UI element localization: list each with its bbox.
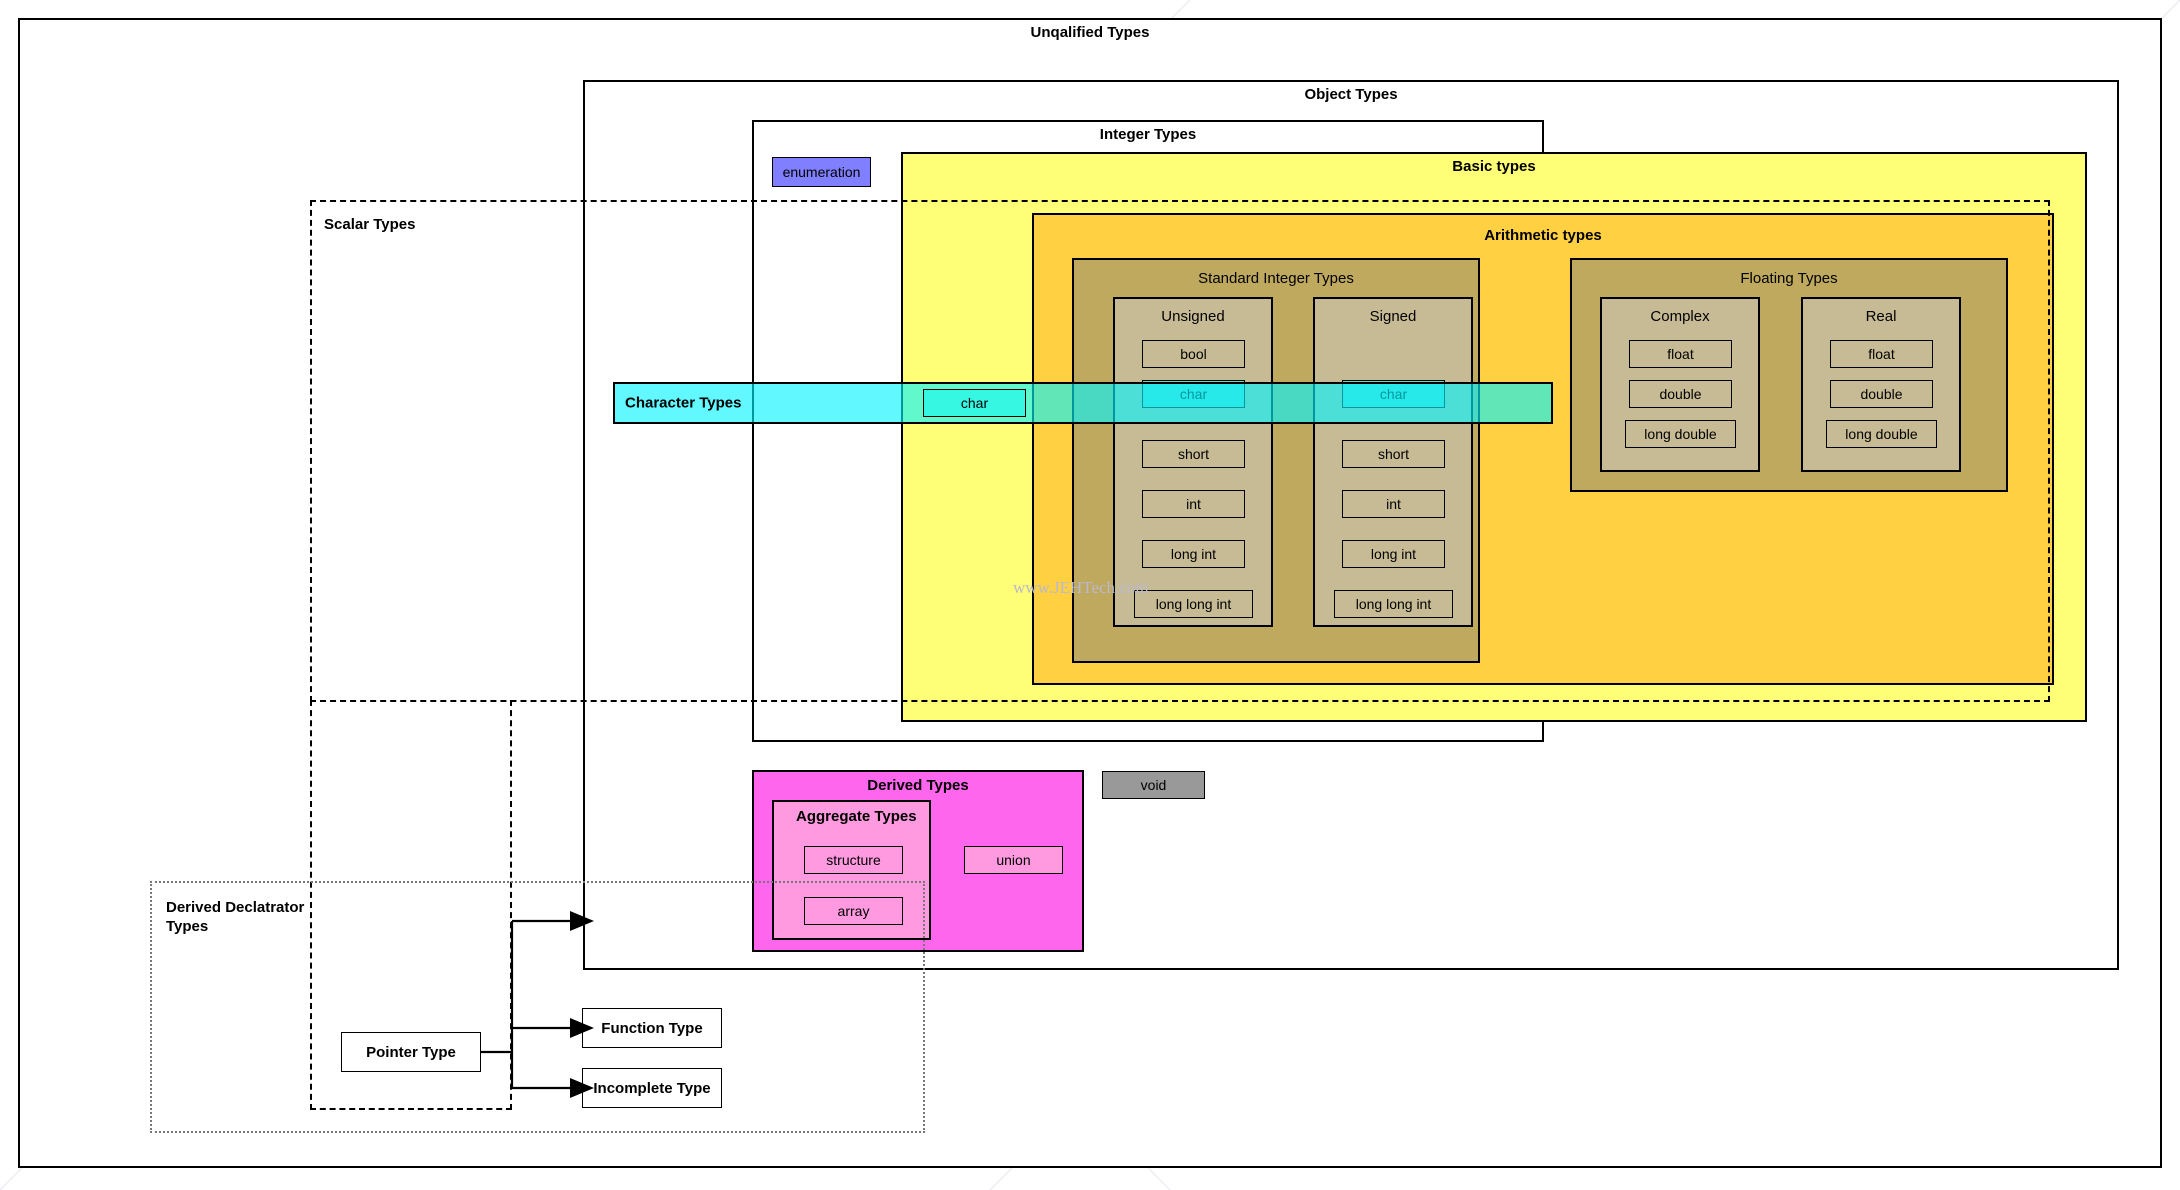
type-incomplete-type-label: Incomplete Type xyxy=(593,1079,711,1097)
type-structure[interactable]: structure xyxy=(804,846,903,874)
label-scalar-types: Scalar Types xyxy=(324,216,416,233)
region-scalar-types xyxy=(310,200,2050,702)
type-enumeration-label: enumeration xyxy=(782,164,861,180)
type-void[interactable]: void xyxy=(1102,771,1205,799)
label-derived-types: Derived Types xyxy=(867,777,969,794)
label-unqualified-types: Unqalified Types xyxy=(1030,24,1150,41)
type-enumeration[interactable]: enumeration xyxy=(772,157,871,187)
type-function-type[interactable]: Function Type xyxy=(582,1008,722,1048)
label-basic-types: Basic types xyxy=(1452,158,1536,175)
label-derived-declarator-types: Derived Declatrator Types xyxy=(166,899,305,935)
label-object-types: Object Types xyxy=(1304,86,1398,103)
type-hierarchy-diagram: Unqalified Types Object Types Integer Ty… xyxy=(0,0,2180,1190)
label-character-types: Character Types xyxy=(625,394,742,412)
type-character-char-label: char xyxy=(960,395,989,411)
type-void-label: void xyxy=(1140,777,1167,793)
label-aggregate-types: Aggregate Types xyxy=(796,808,917,825)
type-union-label: union xyxy=(996,852,1031,868)
type-pointer-type[interactable]: Pointer Type xyxy=(341,1032,481,1072)
type-structure-label: structure xyxy=(826,852,881,868)
region-character-types: Character Types xyxy=(613,382,1553,424)
type-union[interactable]: union xyxy=(964,846,1063,874)
type-pointer-type-label: Pointer Type xyxy=(366,1043,456,1061)
type-function-type-label: Function Type xyxy=(601,1019,703,1037)
type-incomplete-type[interactable]: Incomplete Type xyxy=(582,1068,722,1108)
type-character-char[interactable]: char xyxy=(923,389,1026,417)
label-integer-types: Integer Types xyxy=(1099,126,1197,143)
